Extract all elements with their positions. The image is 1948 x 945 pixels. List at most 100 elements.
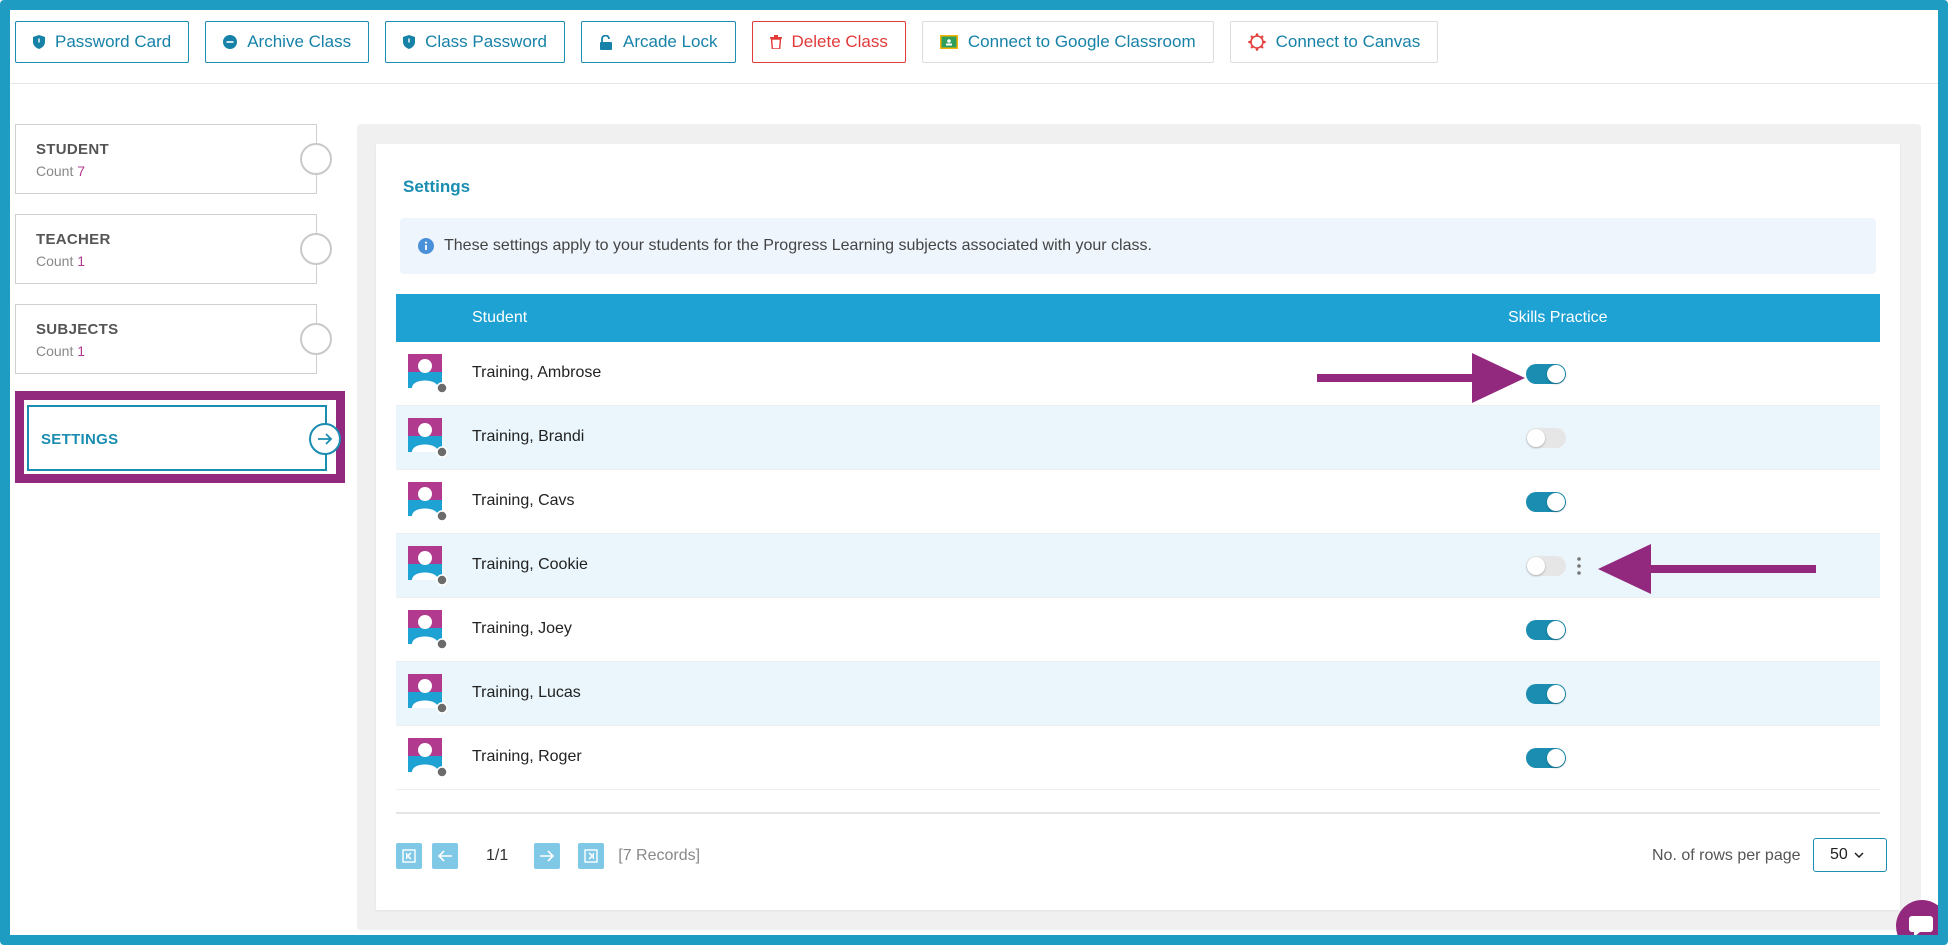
skills-practice-toggle[interactable] (1526, 684, 1566, 704)
skills-practice-toggle[interactable] (1526, 492, 1566, 512)
sidebar-item-title: TEACHER (36, 231, 111, 248)
toggle-knob (1527, 557, 1545, 575)
student-name: Training, Cookie (472, 556, 588, 573)
settings-table: Student Skills Practice Training, Ambros… (396, 294, 1880, 790)
sidebar-item-subjects[interactable]: SUBJECTS Count 1 (15, 304, 332, 374)
sidebar-item-teacher[interactable]: TEACHER Count 1 (15, 214, 332, 284)
sidebar-item-student[interactable]: STUDENT Count 7 (15, 124, 332, 194)
toggle-knob (1547, 749, 1565, 767)
settings-card: Settings These settings apply to your st… (376, 144, 1900, 910)
connect-google-classroom-button[interactable]: Connect to Google Classroom (921, 21, 1214, 63)
connect-canvas-button[interactable]: Connect to Canvas (1229, 21, 1439, 63)
next-page-button[interactable] (534, 843, 561, 869)
info-banner: These settings apply to your students fo… (400, 218, 1876, 274)
first-page-icon (402, 849, 416, 863)
teacher-count-value: 1 (77, 253, 86, 269)
table-row: Training, Joey (396, 598, 1880, 662)
last-page-icon (584, 849, 598, 863)
sidebar-item-title: SETTINGS (41, 431, 119, 448)
sidebar-item-count: Count 1 (36, 253, 86, 269)
annotation-arrow-left-icon (1598, 544, 1816, 594)
arcade-lock-button[interactable]: Arcade Lock (581, 21, 736, 63)
canvas-icon (1247, 33, 1266, 51)
skills-practice-toggle[interactable] (1526, 748, 1566, 768)
avatar-icon (408, 482, 448, 522)
sidebar-item-title: SUBJECTS (36, 321, 119, 338)
student-count-value: 7 (77, 163, 86, 179)
step-circle-icon (300, 323, 332, 355)
arrow-right-icon (309, 423, 341, 455)
chat-icon (1909, 916, 1933, 935)
help-chat-button[interactable] (1896, 900, 1938, 935)
toolbar-divider (10, 83, 1938, 84)
shield-icon (403, 35, 416, 49)
toggle-knob (1527, 429, 1545, 447)
toggle-knob (1547, 365, 1565, 383)
page-title: Settings (403, 177, 471, 196)
rows-per-page-value: 50 (1830, 846, 1848, 863)
password-card-label: Password Card (55, 32, 172, 51)
password-card-button[interactable]: Password Card (15, 21, 190, 63)
table-row: Training, Ambrose (396, 342, 1880, 406)
class-password-label: Class Password (425, 32, 548, 51)
annotation-arrow-right-icon (1317, 353, 1525, 403)
delete-class-button[interactable]: Delete Class (751, 21, 906, 63)
step-circle-icon (300, 233, 332, 265)
arrow-left-icon (437, 850, 452, 862)
skills-practice-toggle[interactable] (1526, 364, 1566, 384)
column-header-student: Student (472, 309, 528, 326)
class-toolbar: Password Card Archive Class Class Passwo… (15, 21, 1439, 67)
more-options-icon[interactable] (1576, 556, 1582, 576)
screenshot-frame: Password Card Archive Class Class Passwo… (0, 0, 1948, 945)
sidebar-item-count: Count 7 (36, 163, 86, 179)
rows-per-page-label: No. of rows per page (1652, 847, 1801, 864)
minus-circle-icon (223, 35, 238, 49)
avatar-icon (408, 738, 448, 778)
page-info: 1/1 (486, 847, 509, 864)
chevron-down-icon (1854, 852, 1864, 858)
unlock-icon (600, 34, 613, 50)
trash-icon (769, 35, 782, 49)
student-name: Training, Cavs (472, 492, 575, 509)
table-row: Training, Brandi (396, 406, 1880, 470)
toggle-knob (1547, 685, 1565, 703)
avatar-icon (408, 546, 448, 586)
class-password-button[interactable]: Class Password (385, 21, 566, 63)
connect-google-classroom-label: Connect to Google Classroom (967, 32, 1196, 51)
pagination: 1/1 [7 Records] (396, 841, 700, 871)
avatar-icon (408, 610, 448, 650)
toggle-knob (1547, 493, 1565, 511)
archive-class-label: Archive Class (247, 32, 352, 51)
first-page-button[interactable] (396, 843, 422, 869)
avatar-icon (408, 674, 448, 714)
prev-page-button[interactable] (432, 843, 458, 869)
records-count: [7 Records] (618, 847, 701, 864)
toggle-knob (1547, 621, 1565, 639)
sidebar-item-count: Count 1 (36, 343, 86, 359)
student-name: Training, Brandi (472, 428, 585, 445)
archive-class-button[interactable]: Archive Class (205, 21, 370, 63)
arcade-lock-label: Arcade Lock (623, 32, 718, 51)
step-circle-icon (300, 143, 332, 175)
arrow-right-icon (540, 850, 555, 862)
subjects-count-value: 1 (77, 343, 86, 359)
delete-class-label: Delete Class (791, 32, 888, 51)
table-row: Training, Roger (396, 726, 1880, 790)
skills-practice-toggle[interactable] (1526, 620, 1566, 640)
skills-practice-toggle[interactable] (1526, 428, 1566, 448)
google-classroom-icon (939, 35, 958, 49)
student-name: Training, Joey (472, 620, 572, 637)
last-page-button[interactable] (578, 843, 605, 869)
table-row: Training, Cavs (396, 470, 1880, 534)
student-name: Training, Ambrose (472, 364, 602, 381)
info-text: These settings apply to your students fo… (444, 237, 1152, 254)
avatar-icon (408, 418, 448, 458)
shield-icon (33, 35, 45, 49)
sidebar-item-title: STUDENT (36, 141, 109, 158)
student-name: Training, Roger (472, 748, 582, 765)
rows-per-page-select[interactable]: 50 (1813, 838, 1887, 872)
info-icon (418, 238, 434, 254)
table-header: Student Skills Practice (396, 294, 1880, 342)
skills-practice-toggle[interactable] (1526, 556, 1566, 576)
sidebar-item-settings[interactable]: SETTINGS (27, 405, 341, 471)
